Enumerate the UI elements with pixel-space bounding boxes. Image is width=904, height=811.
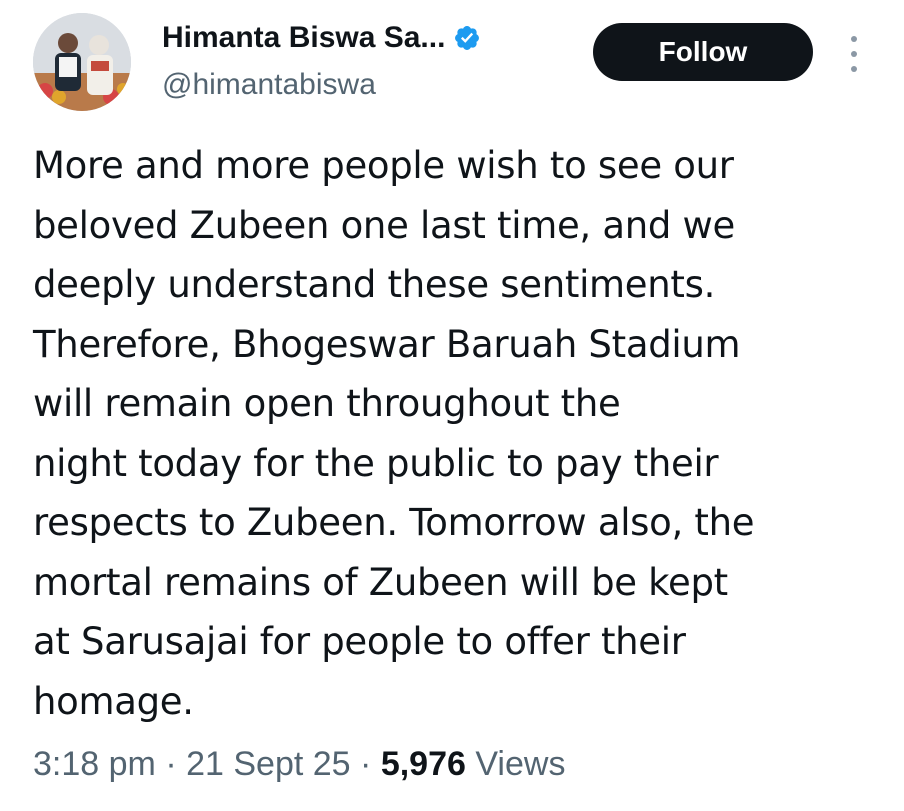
tweet-meta: 3:18 pm · 21 Sept 25 · 5,976 Views	[33, 740, 565, 788]
author-name[interactable]: Himanta Biswa Sa...	[162, 20, 445, 56]
avatar-image	[33, 13, 131, 111]
author-handle[interactable]: @himantabiswa	[162, 68, 376, 102]
tweet-date[interactable]: 21 Sept 25	[186, 745, 350, 783]
tweet-text: More and more people wish to see our bel…	[33, 144, 755, 723]
tweet-time[interactable]: 3:18 pm	[33, 745, 156, 783]
more-dot	[851, 51, 857, 57]
meta-separator: ·	[165, 745, 177, 783]
follow-button[interactable]: Follow	[593, 23, 813, 81]
verified-badge-icon	[455, 26, 480, 50]
tweet-header: Himanta Biswa Sa... @himantabiswa Follow	[0, 0, 904, 120]
views-label: Views	[475, 745, 566, 783]
meta-separator: ·	[360, 745, 372, 783]
more-dot	[851, 66, 857, 72]
author-name-row[interactable]: Himanta Biswa Sa...	[162, 20, 481, 56]
more-dot	[851, 36, 857, 42]
more-vertical-icon[interactable]	[844, 36, 864, 72]
views-count: 5,976	[380, 745, 466, 783]
avatar[interactable]	[33, 13, 131, 111]
